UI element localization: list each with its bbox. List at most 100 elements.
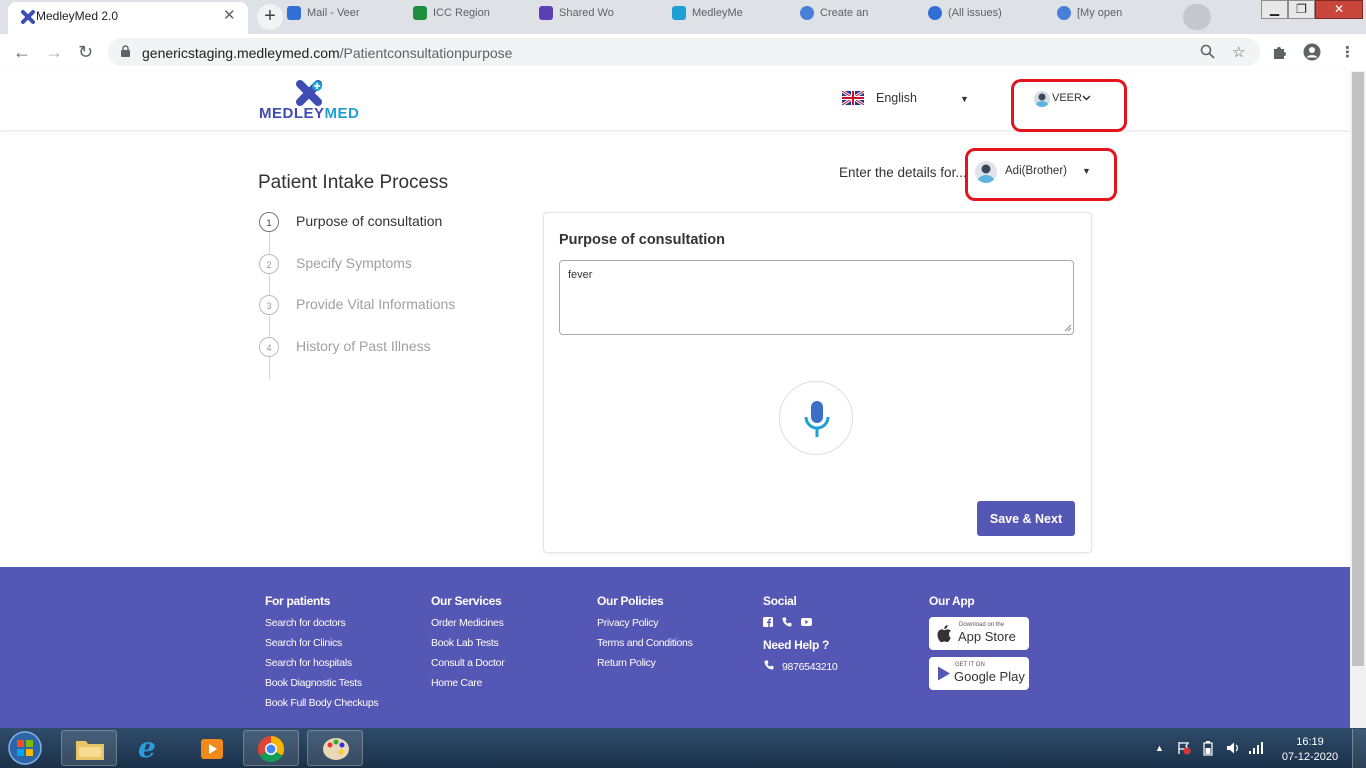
phone-icon[interactable]: [782, 617, 792, 627]
back-arrow-icon[interactable]: ←: [13, 42, 31, 63]
phone-icon: [764, 660, 774, 670]
app-store-button[interactable]: Download on the App Store: [929, 617, 1029, 650]
footer-link[interactable]: Order Medicines: [431, 617, 504, 629]
step-number: 2: [259, 254, 279, 274]
google-play-button[interactable]: GET IT ON Google Play: [929, 657, 1029, 690]
language-caret-icon[interactable]: ▼: [960, 94, 969, 104]
maximize-icon[interactable]: ❐: [1288, 0, 1315, 19]
tab-favicon-icon: [287, 6, 301, 20]
background-tab-label: Shared Wo: [559, 6, 614, 19]
chevron-down-icon[interactable]: [1082, 95, 1091, 101]
footer-link[interactable]: Book Lab Tests: [431, 637, 499, 649]
need-help-label: Need Help ?: [763, 638, 830, 652]
action-center-flag-icon[interactable]: [1177, 741, 1191, 755]
start-button-icon[interactable]: [6, 730, 44, 766]
reload-icon[interactable]: ↻: [78, 42, 93, 63]
footer-link[interactable]: Return Policy: [597, 657, 656, 669]
tray-expand-icon[interactable]: ▲: [1155, 743, 1164, 753]
youtube-icon[interactable]: [801, 618, 812, 626]
kebab-menu-icon[interactable]: ⋮: [1340, 43, 1355, 61]
footer-link[interactable]: Privacy Policy: [597, 617, 658, 629]
facebook-icon[interactable]: [763, 617, 773, 627]
tab-favicon-icon: [672, 6, 686, 20]
chrome-icon: [257, 735, 285, 763]
extensions-icon[interactable]: [1271, 44, 1287, 60]
user-highlight-box: [1011, 79, 1127, 132]
member-selector[interactable]: Adi(Brother): [1005, 165, 1067, 177]
tab-favicon-icon: [800, 6, 814, 20]
resize-handle-icon[interactable]: [1064, 324, 1072, 332]
background-tab[interactable]: (All issues): [928, 6, 1038, 28]
show-desktop-button[interactable]: [1352, 729, 1366, 768]
language-selector[interactable]: English: [876, 91, 917, 105]
user-menu-name[interactable]: VEER: [1052, 92, 1082, 104]
background-tab[interactable]: ICC Region: [413, 6, 523, 28]
tab-favicon-icon: [1057, 6, 1071, 20]
bookmark-star-icon[interactable]: ☆: [1232, 43, 1245, 61]
microphone-icon: [804, 401, 830, 437]
medleymed-logo-icon[interactable]: [294, 80, 324, 106]
footer-heading-social: Social: [763, 594, 797, 608]
tab-favicon-icon: [928, 6, 942, 20]
background-tab[interactable]: Create an: [800, 6, 910, 28]
help-phone-number[interactable]: 9876543210: [782, 661, 838, 673]
volume-icon[interactable]: [1226, 741, 1240, 755]
google-play-icon: [938, 666, 950, 681]
url-text[interactable]: genericstaging.medleymed.com/Patientcons…: [142, 45, 512, 61]
footer-heading-our-policies: Our Policies: [597, 594, 664, 608]
paint-palette-icon: [323, 738, 349, 760]
purpose-textarea[interactable]: [559, 260, 1074, 335]
background-tab[interactable]: Mail - Veer: [287, 6, 397, 28]
clock-date: 07-12-2020: [1281, 751, 1339, 763]
account-icon[interactable]: [1303, 43, 1321, 61]
profile-dropdown-icon[interactable]: [1183, 4, 1211, 30]
step-number: 3: [259, 295, 279, 315]
media-player-icon: [201, 739, 223, 759]
background-tab[interactable]: MedleyMe: [672, 6, 782, 28]
battery-icon[interactable]: [1203, 741, 1213, 756]
footer-heading-for-patients: For patients: [265, 594, 331, 608]
tab-close-icon[interactable]: ✕: [223, 6, 236, 24]
background-tab[interactable]: [My open: [1057, 6, 1167, 28]
step-specify-symptoms[interactable]: Specify Symptoms: [296, 255, 412, 271]
url-host: genericstaging.medleymed.com: [142, 45, 340, 61]
footer-link[interactable]: Home Care: [431, 677, 482, 689]
step-history-of-past-illness[interactable]: History of Past Illness: [296, 338, 431, 354]
footer-link[interactable]: Search for hospitals: [265, 657, 352, 669]
member-caret-icon[interactable]: ▼: [1082, 166, 1091, 176]
network-signal-icon[interactable]: [1248, 741, 1264, 755]
footer-heading-our-services: Our Services: [431, 594, 502, 608]
scrollbar-thumb[interactable]: [1352, 72, 1364, 666]
taskbar-paint[interactable]: [307, 730, 363, 766]
taskbar-internet-explorer[interactable]: e: [123, 730, 179, 766]
footer-link[interactable]: Consult a Doctor: [431, 657, 505, 669]
google-play-small-text: GET IT ON: [955, 662, 985, 668]
window-close-icon[interactable]: ✕: [1315, 0, 1363, 19]
browser-tab-title: MedleyMed 2.0: [36, 9, 119, 23]
footer-heading-our-app: Our App: [929, 594, 975, 608]
minimize-icon[interactable]: ▁: [1261, 0, 1288, 19]
save-next-button[interactable]: Save & Next: [977, 501, 1075, 536]
forward-arrow-icon[interactable]: →: [45, 42, 63, 63]
zoom-icon[interactable]: [1200, 44, 1215, 59]
footer-link[interactable]: Search for Clinics: [265, 637, 342, 649]
medleymed-favicon-icon: [21, 10, 35, 24]
step-provide-vital-informations[interactable]: Provide Vital Informations: [296, 296, 455, 312]
footer-link[interactable]: Book Full Body Checkups: [265, 697, 379, 709]
new-tab-button[interactable]: +: [257, 4, 283, 30]
footer-link[interactable]: Book Diagnostic Tests: [265, 677, 362, 689]
footer-link[interactable]: Search for doctors: [265, 617, 346, 629]
step-purpose-of-consultation[interactable]: Purpose of consultation: [296, 213, 442, 229]
member-avatar-icon[interactable]: [975, 161, 997, 183]
background-tab-label: ICC Region: [433, 6, 490, 19]
taskbar-file-explorer[interactable]: [61, 730, 117, 766]
voice-input-button[interactable]: [779, 381, 853, 455]
logo-wordmark[interactable]: MEDLEYMED: [259, 105, 359, 122]
taskbar-media-player[interactable]: [183, 730, 239, 766]
footer-link[interactable]: Terms and Conditions: [597, 637, 693, 649]
background-tab[interactable]: Shared Wo: [539, 6, 649, 28]
taskbar-chrome[interactable]: [243, 730, 299, 766]
taskbar-clock[interactable]: 16:19 07-12-2020: [1280, 735, 1340, 765]
user-avatar-icon[interactable]: [1034, 91, 1050, 107]
enter-details-label: Enter the details for...: [839, 165, 967, 180]
